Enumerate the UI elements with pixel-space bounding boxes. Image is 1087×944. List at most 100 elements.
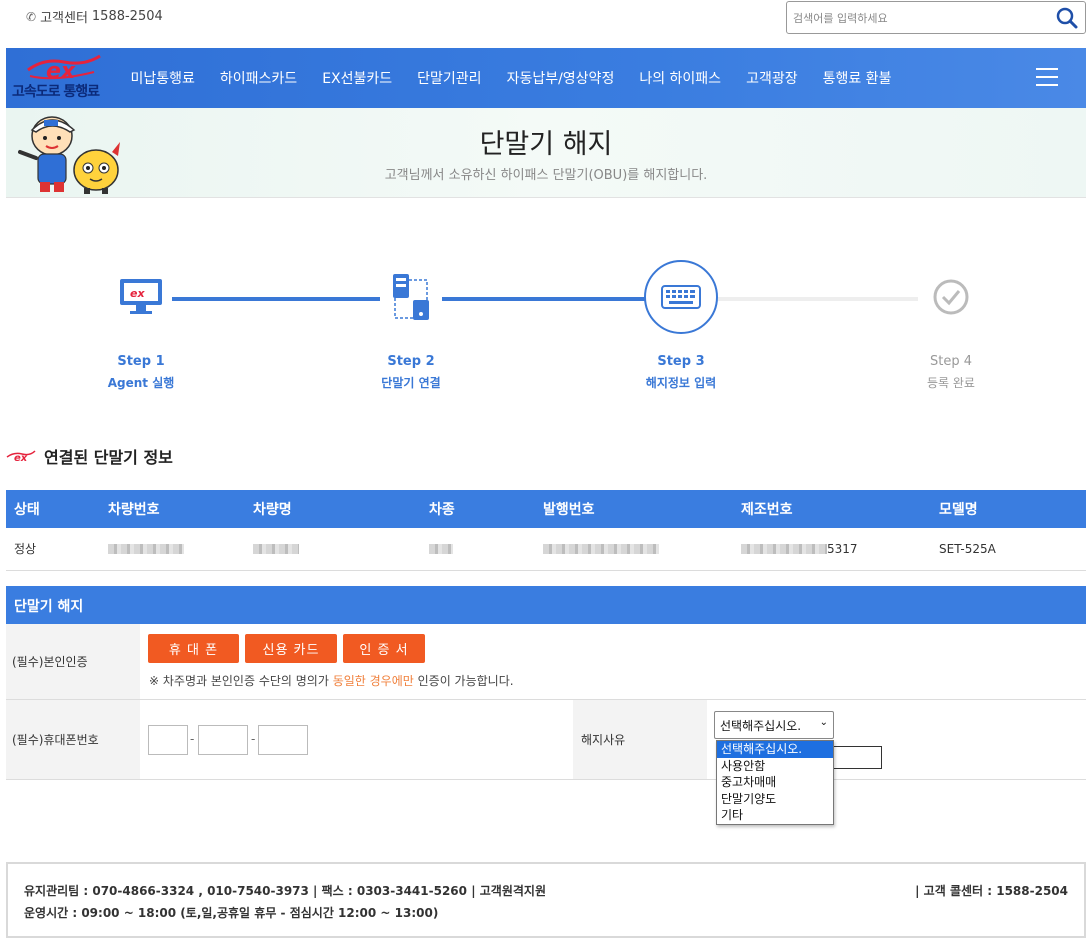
auth-notice: ※ 차주명과 본인인증 수단의 명의가 동일한 경우에만 인증이 가능합니다. [149,672,514,689]
reason-option-device-transfer[interactable]: 단말기양도 [717,791,833,808]
page-subtitle: 고객님께서 소유하신 하이패스 단말기(OBU)를 해지합니다. [384,168,708,183]
auth-credit-card-button[interactable]: 신용 카드 [245,634,337,663]
main-nav: ex 고속도로 통행료 미납통행료 하이패스카드 EX선불카드 단말기관리 자동… [6,48,1086,108]
table-header-row: 상태 차량번호 차량명 차종 발행번호 제조번호 모델명 [6,490,1086,528]
redacted-text [429,544,453,555]
reason-dropdown-list: 선택해주십시오. 사용안함 중고차매매 단말기양도 기타 [716,740,834,825]
col-serial-number: 제조번호 [733,490,931,528]
footer-hours: 운영시간 : 09:00 ~ 18:00 (토,일,공휴일 휴무 - 점심시간 … [24,906,439,920]
ex-logo-icon: ex [6,450,36,463]
phone-reason-row: (필수)휴대폰번호 - - 해지사유 선택해주십시오. ⌄ [6,700,1086,780]
footer-callcenter: | 고객 콜센터 : 1588-2504 [915,884,1068,898]
reason-label: 해지사유 [573,700,707,779]
step-3: Step 3 해지정보 입력 [601,260,761,391]
customer-center: ✆ 고객센터 1588-2504 [26,7,163,26]
logo-text: 고속도로 통행료 [12,84,100,100]
cell-status: 정상 [6,528,100,571]
col-model-name: 모델명 [931,490,1086,528]
progress-stepper: ex Step 1 Agent 실행 Step 2 단말기 연결 Step 3 … [0,260,1087,400]
serial-suffix: 5317 [827,541,858,556]
redacted-text [741,544,827,555]
search-icon [1056,7,1078,29]
page-title: 단말기 해지 [479,129,613,160]
nav-item-hipass-card[interactable]: 하이패스카드 [207,68,309,88]
cell-serial-number: 5317 [733,528,931,571]
phone-icon: ✆ [26,9,37,24]
step-4-number: Step 4 [929,354,972,369]
auth-phone-button[interactable]: 휴 대 폰 [148,634,239,663]
hamburger-menu-icon[interactable] [1036,68,1058,86]
nav-menu: 미납통행료 하이패스카드 EX선불카드 단말기관리 자동납부/영상약정 나의 하… [118,48,904,108]
cell-vehicle-name [245,528,421,571]
col-status: 상태 [6,490,100,528]
phone-separator: - [190,732,195,746]
chevron-down-icon: ⌄ [819,717,828,728]
phone-field-1[interactable] [148,725,188,755]
reason-option-select[interactable]: 선택해주십시오. [717,741,833,758]
site-logo[interactable]: ex 고속도로 통행료 [10,50,122,106]
auth-label: (필수)본인인증 [6,624,140,699]
redacted-text [108,544,184,555]
cell-issue-number [535,528,733,571]
nav-item-autopay[interactable]: 자동납부/영상약정 [494,68,627,88]
reason-option-not-used[interactable]: 사용안함 [717,758,833,775]
monitor-ex-icon: ex [104,260,178,334]
col-vehicle-type: 차종 [421,490,535,528]
step-4-label: 등록 완료 [927,376,975,390]
footer-contact: 유지관리팀 : 070-4866-3324 , 010-7540-3973 | … [24,884,546,898]
notice-text-end: 인증이 가능합니다. [413,674,514,688]
reason-selected-value: 선택해주십시오. [720,719,802,733]
table-row: 정상 5317 SET-525A [6,528,1086,571]
step-3-number: Step 3 [657,354,705,369]
col-vehicle-number: 차량번호 [100,490,245,528]
cell-vehicle-number [100,528,245,571]
search-box [786,1,1086,34]
customer-center-phone: 1588-2504 [91,9,163,24]
phone-label: (필수)휴대폰번호 [6,700,140,779]
top-bar: ✆ 고객센터 1588-2504 [0,0,1087,44]
auth-certificate-button[interactable]: 인 증 서 [343,634,425,663]
reason-other-input[interactable] [832,746,882,769]
phone-separator: - [251,732,256,746]
nav-item-toll-refund[interactable]: 통행료 환불 [810,68,904,88]
reason-select[interactable]: 선택해주십시오. ⌄ [714,711,834,739]
svg-text:ex: ex [130,287,145,300]
device-connect-icon [374,260,448,334]
notice-highlight: 동일한 경우에만 [332,674,414,688]
device-info-heading: ex 연결된 단말기 정보 [6,444,173,468]
search-input[interactable] [793,8,1043,28]
nav-item-my-hipass[interactable]: 나의 하이패스 [627,68,734,88]
phone-field-2[interactable] [198,725,248,755]
cancel-form-heading: 단말기 해지 [6,586,1086,624]
step-1-label: Agent 실행 [107,376,175,390]
step-1-number: Step 1 [117,354,165,369]
reason-option-used-car-sale[interactable]: 중고차매매 [717,774,833,791]
nav-item-customer-plaza[interactable]: 고객광장 [734,68,811,88]
step-4: Step 4 등록 완료 [871,260,1031,391]
phone-field-3[interactable] [258,725,308,755]
cell-vehicle-type [421,528,535,571]
nav-item-device-management[interactable]: 단말기관리 [405,68,494,88]
nav-item-unpaid-toll[interactable]: 미납통행료 [118,68,207,88]
customer-center-label: 고객센터 [40,11,88,26]
search-button[interactable] [1055,6,1079,30]
step-1: ex Step 1 Agent 실행 [61,260,221,391]
redacted-text [253,544,299,555]
check-circle-icon [914,260,988,334]
page-banner: 단말기 해지 고객님께서 소유하신 하이패스 단말기(OBU)를 해지합니다. [6,108,1086,198]
cell-model-name: SET-525A [931,528,1086,571]
col-issue-number: 발행번호 [535,490,733,528]
device-info-table: 상태 차량번호 차량명 차종 발행번호 제조번호 모델명 정상 5317 SET… [6,490,1086,571]
step-2: Step 2 단말기 연결 [331,260,491,391]
reason-option-other[interactable]: 기타 [717,807,833,824]
ex-logo-icon: ex [27,54,101,82]
keyboard-icon [644,260,718,334]
nav-item-ex-prepaid-card[interactable]: EX선불카드 [310,68,405,88]
step-2-number: Step 2 [387,354,435,369]
step-2-label: 단말기 연결 [381,376,441,390]
col-vehicle-name: 차량명 [245,490,421,528]
auth-row: (필수)본인인증 휴 대 폰 신용 카드 인 증 서 ※ 차주명과 본인인증 수… [6,624,1086,700]
step-3-label: 해지정보 입력 [645,376,717,390]
svg-text:ex: ex [14,453,28,463]
notice-text: ※ 차주명과 본인인증 수단의 명의가 [149,674,333,688]
